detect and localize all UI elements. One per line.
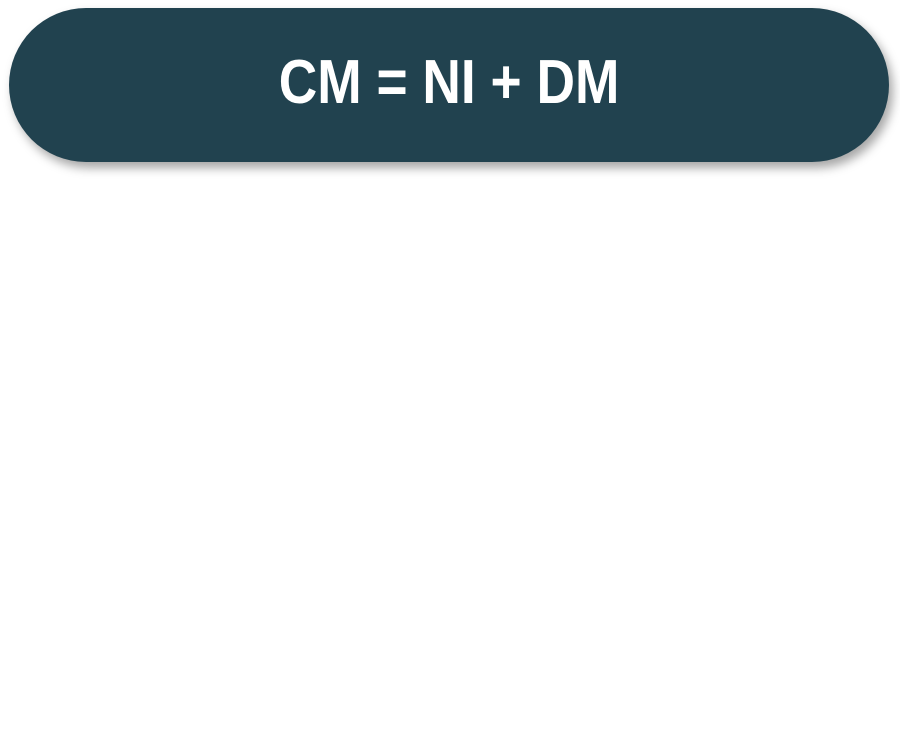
canvas: CM = NI + DM [0, 0, 900, 748]
formula-text: CM = NI + DM [278, 47, 620, 117]
formula-banner: CM = NI + DM [9, 8, 889, 162]
